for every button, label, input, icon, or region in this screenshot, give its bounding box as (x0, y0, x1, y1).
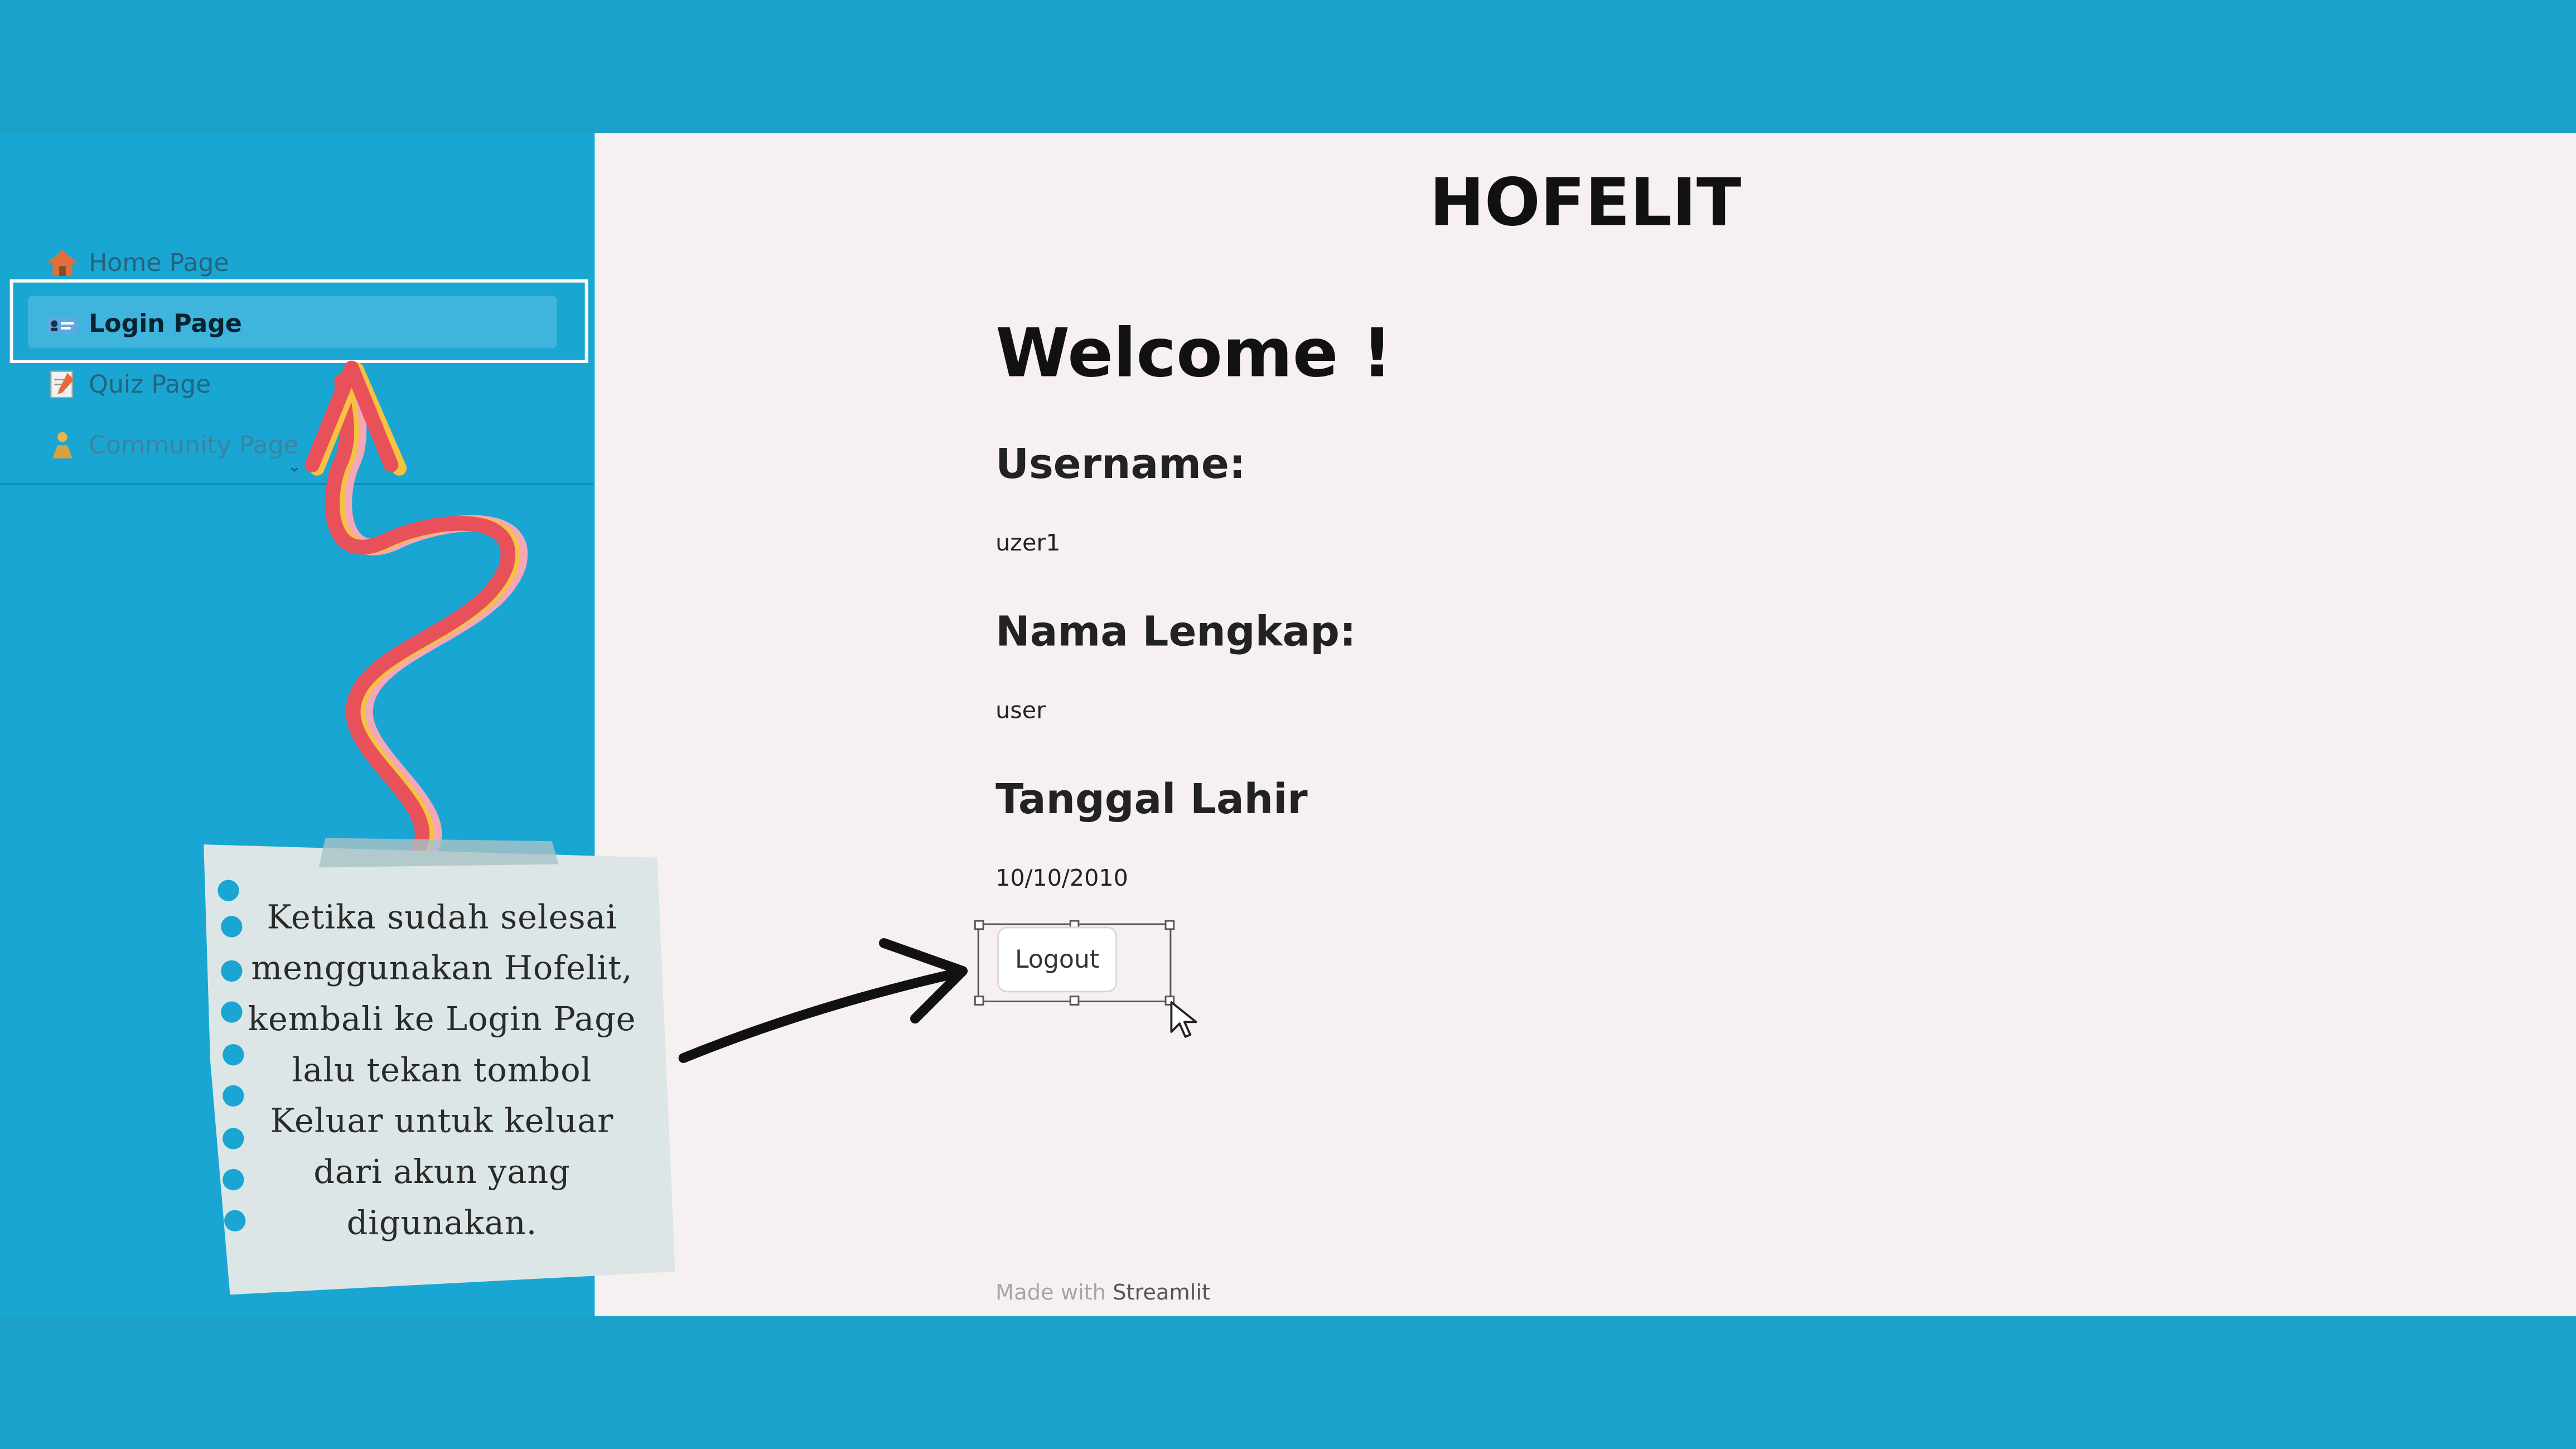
tutorial-slide: Home Page Login Page Quiz Page Community… (0, 0, 2576, 1449)
instruction-note-text: Ketika sudah selesai menggunakan Hofelit… (236, 892, 647, 1249)
note-line: kembali ke Login Page (248, 999, 636, 1039)
note-line: menggunakan Hofelit, (251, 948, 633, 988)
note-line: digunakan. (346, 1202, 538, 1243)
note-line: lalu tekan tombol (292, 1050, 592, 1090)
pointer-arrow-icon (678, 938, 968, 1063)
squiggle-arrow-icon (305, 360, 528, 856)
note-line: dari akun yang (313, 1152, 571, 1191)
note-line: Ketika sudah selesai (267, 897, 617, 937)
note-line: Keluar untuk keluar (270, 1100, 614, 1141)
